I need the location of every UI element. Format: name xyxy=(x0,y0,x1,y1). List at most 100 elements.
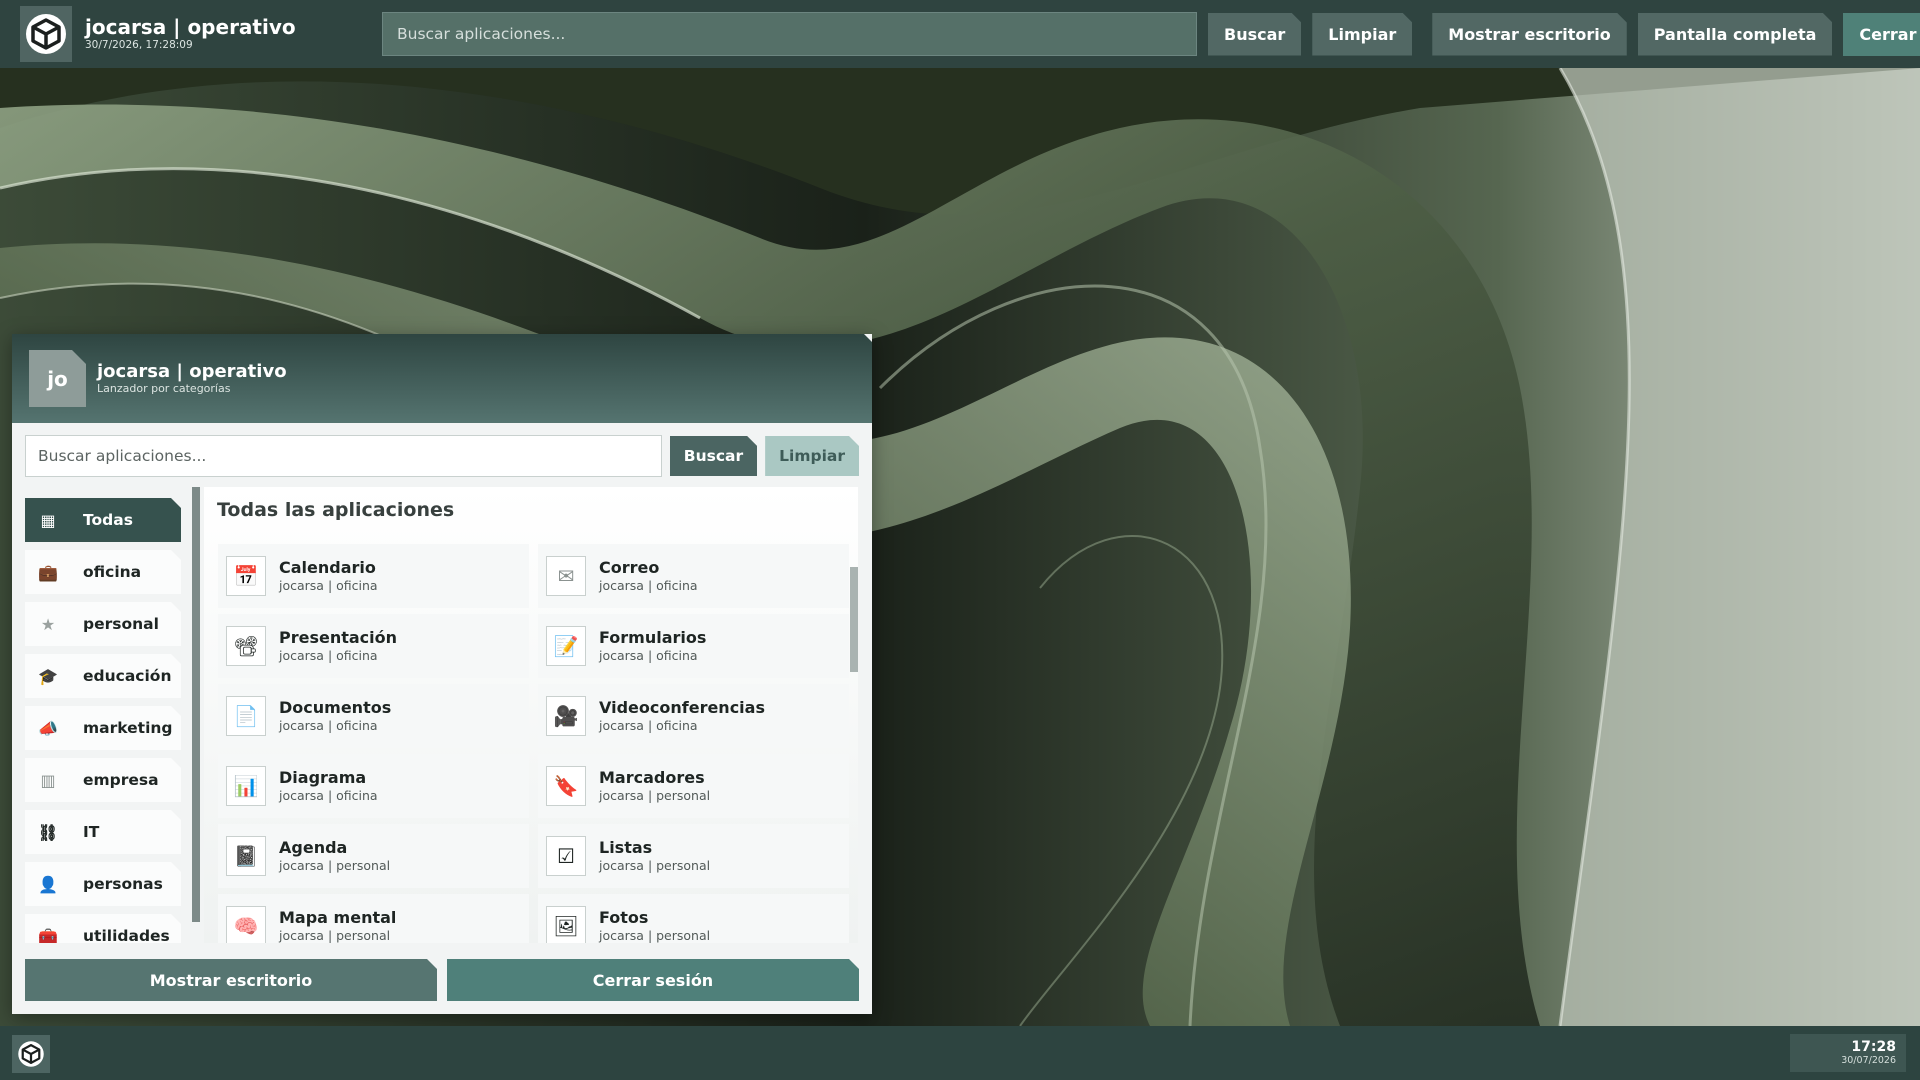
app-category: jocarsa | personal xyxy=(599,928,711,943)
launcher-search-row: Buscar aplicaciones... Buscar Limpiar xyxy=(25,435,859,477)
app-tile-presentacion[interactable]: 📽 Presentación jocarsa | oficina xyxy=(218,614,529,678)
app-list-scrollbar[interactable] xyxy=(850,487,858,943)
app-category: jocarsa | personal xyxy=(279,858,391,873)
category-oficina[interactable]: 💼 oficina xyxy=(25,550,181,594)
star-icon: ★ xyxy=(40,614,56,634)
clock-date: 30/07/2026 xyxy=(1841,1055,1896,1066)
app-category: jocarsa | personal xyxy=(279,928,391,943)
launcher-search-button[interactable]: Buscar xyxy=(670,436,757,476)
clock-time: 17:28 xyxy=(1851,1039,1896,1055)
category-utilidades[interactable]: 🧰 utilidades xyxy=(25,914,181,943)
app-category: jocarsa | oficina xyxy=(279,718,378,733)
category-it[interactable]: ⛓ IT xyxy=(25,810,181,854)
app-category: jocarsa | personal xyxy=(599,788,711,803)
projector-icon: 📽 xyxy=(226,626,266,666)
taskbar: 17:28 30/07/2026 xyxy=(0,1026,1920,1080)
app-name: Documentos xyxy=(279,698,392,717)
top-search-input[interactable]: Buscar aplicaciones... xyxy=(382,12,1197,56)
video-camera-icon: 🎥 xyxy=(546,696,586,736)
app-name: Formularios xyxy=(599,628,707,647)
top-logout-button[interactable]: Cerrar sesión xyxy=(1843,12,1920,56)
app-category: jocarsa | oficina xyxy=(279,648,378,663)
bar-chart-icon: 📊 xyxy=(226,766,266,806)
category-sidebar: ▦ Todas 💼 oficina ★ personal 🎓 educación… xyxy=(25,498,181,943)
app-category: jocarsa | oficina xyxy=(279,578,378,593)
top-show-desktop-button[interactable]: Mostrar escritorio xyxy=(1432,13,1626,56)
section-title: Todas las aplicaciones xyxy=(217,499,455,521)
show-desktop-button[interactable]: Mostrar escritorio xyxy=(25,959,437,1001)
megaphone-icon: 📣 xyxy=(38,718,58,738)
category-label: IT xyxy=(83,823,100,841)
app-tile-listas[interactable]: ☑ Listas jocarsa | personal xyxy=(538,824,849,888)
launcher-header: jo jocarsa | operativo Lanzador por cate… xyxy=(12,334,872,423)
toolbox-icon: 🧰 xyxy=(38,926,58,943)
cube-logo-icon xyxy=(18,1041,44,1067)
category-label: personal xyxy=(83,615,159,633)
app-tile-correo[interactable]: ✉ Correo jocarsa | oficina xyxy=(538,544,849,608)
app-tile-formularios[interactable]: 📝 Formularios jocarsa | oficina xyxy=(538,614,849,678)
app-tile-documentos[interactable]: 📄 Documentos jocarsa | oficina xyxy=(218,684,529,748)
category-label: personas xyxy=(83,875,163,893)
app-name: Marcadores xyxy=(599,768,705,787)
top-search-button[interactable]: Buscar xyxy=(1208,13,1301,56)
sidebar-scrollbar[interactable] xyxy=(192,487,200,922)
bookmark-icon: 🔖 xyxy=(546,766,586,806)
app-name: Agenda xyxy=(279,838,348,857)
launcher-search-input[interactable]: Buscar aplicaciones... xyxy=(25,435,662,477)
app-name: Listas xyxy=(599,838,653,857)
network-icon: ⛓ xyxy=(37,822,59,842)
app-list-scroll-thumb[interactable] xyxy=(850,567,858,672)
envelope-icon: ✉ xyxy=(546,556,586,596)
launcher-footer: Mostrar escritorio Cerrar sesión xyxy=(25,959,859,1001)
launcher-title: jocarsa | operativo xyxy=(97,360,287,382)
app-category: jocarsa | oficina xyxy=(599,718,698,733)
app-list-area: Todas las aplicaciones 📅 Calendario jocar… xyxy=(204,487,858,943)
category-label: oficina xyxy=(83,563,142,581)
top-clear-button[interactable]: Limpiar xyxy=(1312,13,1412,56)
app-name: Diagrama xyxy=(279,768,367,787)
category-label: empresa xyxy=(83,771,159,789)
category-marketing[interactable]: 📣 marketing xyxy=(25,706,181,750)
form-icon: 📝 xyxy=(546,626,586,666)
brain-icon: 🧠 xyxy=(226,906,266,943)
current-datetime: 30/7/2026, 17:28:09 xyxy=(85,39,193,51)
photo-icon: 🖼 xyxy=(546,906,586,943)
app-name: Presentación xyxy=(279,628,398,647)
app-category: jocarsa | oficina xyxy=(599,578,698,593)
calendar-icon: 📅 xyxy=(226,556,266,596)
avatar: jo xyxy=(29,350,86,407)
start-button[interactable] xyxy=(12,1035,50,1073)
app-tile-mapa-mental[interactable]: 🧠 Mapa mental jocarsa | personal xyxy=(218,894,529,943)
app-name: Mapa mental xyxy=(279,908,397,927)
briefcase-icon: 💼 xyxy=(38,562,58,582)
launcher-title-block: jocarsa | operativo Lanzador por categor… xyxy=(97,362,287,396)
app-tile-fotos[interactable]: 🖼 Fotos jocarsa | personal xyxy=(538,894,849,943)
app-tile-agenda[interactable]: 📓 Agenda jocarsa | personal xyxy=(218,824,529,888)
app-category: jocarsa | personal xyxy=(599,858,711,873)
app-logo[interactable] xyxy=(20,6,72,62)
app-name: Correo xyxy=(599,558,660,577)
category-label: utilidades xyxy=(83,927,170,943)
document-icon: 📄 xyxy=(226,696,266,736)
category-label: educación xyxy=(83,667,172,685)
launcher-subtitle: Lanzador por categorías xyxy=(97,381,231,395)
app-tile-videoconferencias[interactable]: 🎥 Videoconferencias jocarsa | oficina xyxy=(538,684,849,748)
app-grid: 📅 Calendario jocarsa | oficina ✉ Correo jo… xyxy=(218,544,849,943)
category-personal[interactable]: ★ personal xyxy=(25,602,181,646)
logout-button[interactable]: Cerrar sesión xyxy=(447,959,859,1001)
app-tile-marcadores[interactable]: 🔖 Marcadores jocarsa | personal xyxy=(538,754,849,818)
top-fullscreen-button[interactable]: Pantalla completa xyxy=(1638,13,1833,56)
app-tile-calendario[interactable]: 📅 Calendario jocarsa | oficina xyxy=(218,544,529,608)
app-category: jocarsa | oficina xyxy=(279,788,378,803)
category-personas[interactable]: 👤 personas xyxy=(25,862,181,906)
taskbar-clock[interactable]: 17:28 30/07/2026 xyxy=(1790,1034,1906,1072)
app-tile-diagrama[interactable]: 📊 Diagrama jocarsa | oficina xyxy=(218,754,529,818)
launcher-clear-button[interactable]: Limpiar xyxy=(765,436,859,476)
category-educacion[interactable]: 🎓 educación xyxy=(25,654,181,698)
app-title: jocarsa | operativo xyxy=(85,15,296,39)
brand-block: jocarsa | operativo 30/7/2026, 17:28:09 xyxy=(85,16,380,52)
app-category: jocarsa | oficina xyxy=(599,648,698,663)
category-empresa[interactable]: ▥ empresa xyxy=(25,758,181,802)
checkbox-icon: ☑ xyxy=(546,836,586,876)
category-todas[interactable]: ▦ Todas xyxy=(25,498,181,542)
